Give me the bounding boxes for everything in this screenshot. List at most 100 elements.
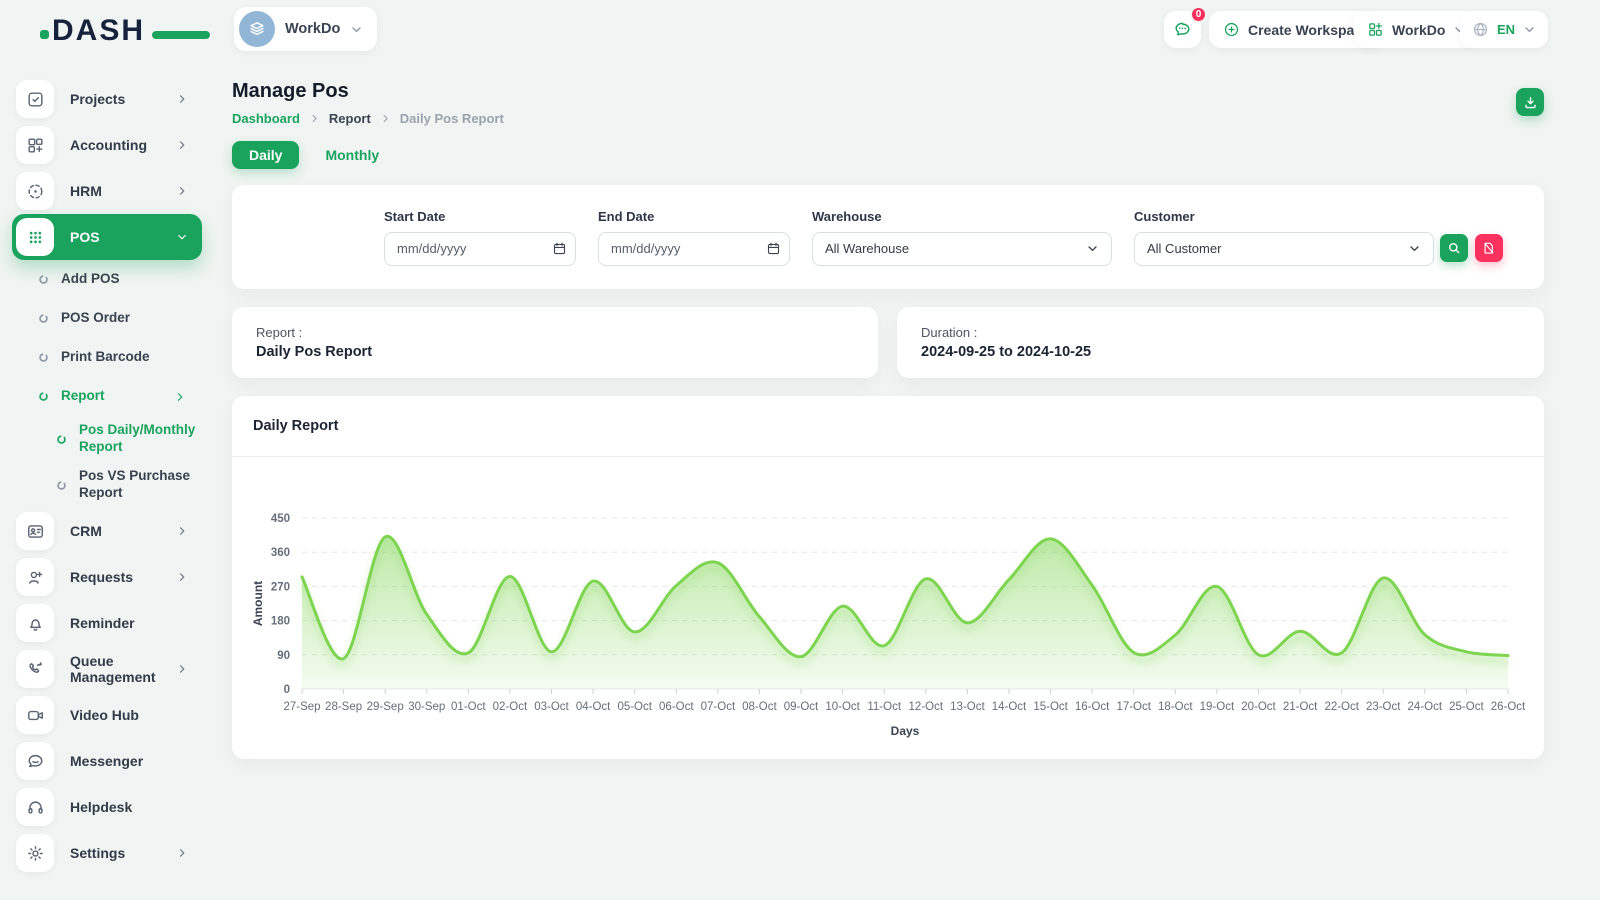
end-date-label: End Date bbox=[598, 209, 790, 224]
chevron-right-icon bbox=[176, 571, 188, 583]
workspace-chip[interactable]: WorkDo bbox=[234, 7, 377, 51]
breadcrumb-daily-pos-report: Daily Pos Report bbox=[400, 111, 504, 126]
sidebar-item-video-hub[interactable]: Video Hub bbox=[12, 692, 202, 738]
svg-text:05-Oct: 05-Oct bbox=[617, 701, 652, 713]
daily-report-chart: 090180270360450 27-Sep28-Sep29-Sep30-Sep… bbox=[232, 457, 1544, 759]
sidebar-item-label: Report bbox=[61, 388, 105, 405]
summary-cards-row: Report : Daily Pos Report Duration : 202… bbox=[232, 307, 1544, 378]
svg-text:27-Sep: 27-Sep bbox=[283, 701, 320, 713]
gear-icon bbox=[16, 834, 54, 872]
sidebar-item-pos-order[interactable]: POS Order bbox=[12, 299, 202, 338]
sidebar-item-label: Helpdesk bbox=[70, 799, 202, 815]
chat-bubble-icon bbox=[1173, 20, 1192, 39]
logo-bar bbox=[152, 31, 210, 39]
area-chart-svg: 090180270360450 27-Sep28-Sep29-Sep30-Sep… bbox=[246, 462, 1530, 754]
svg-text:17-Oct: 17-Oct bbox=[1116, 701, 1151, 713]
reset-filter-button[interactable] bbox=[1475, 234, 1503, 262]
sidebar-item-hrm[interactable]: HRM bbox=[12, 168, 202, 214]
end-date-field: End Date bbox=[598, 209, 790, 266]
tab-monthly[interactable]: Monthly bbox=[325, 141, 379, 169]
apply-filter-button[interactable] bbox=[1440, 234, 1468, 262]
breadcrumb: Dashboard Report Daily Pos Report bbox=[232, 111, 1544, 126]
id-card-icon bbox=[16, 512, 54, 550]
app-canvas: DASH ProjectsAccountingHRM POS Add POS POS … bbox=[0, 0, 1600, 900]
warehouse-field: Warehouse All Warehouse bbox=[812, 209, 1112, 266]
sidebar-item-pos-daily-monthly-report[interactable]: Pos Daily/Monthly Report bbox=[12, 416, 202, 462]
headset-icon bbox=[16, 788, 54, 826]
sidebar-item-label: Reminder bbox=[70, 615, 202, 631]
sidebar-item-label: Video Hub bbox=[70, 707, 202, 723]
svg-text:23-Oct: 23-Oct bbox=[1366, 701, 1401, 713]
breadcrumb-separator-icon bbox=[380, 113, 391, 124]
sidebar-item-messenger[interactable]: Messenger bbox=[12, 738, 202, 784]
chat-icon bbox=[16, 742, 54, 780]
sidebar-item-label: Queue Management bbox=[70, 653, 176, 685]
chevron-right-icon bbox=[176, 93, 188, 105]
app-logo: DASH bbox=[52, 14, 182, 54]
duration-label: Duration : bbox=[921, 325, 1520, 340]
sidebar-item-add-pos[interactable]: Add POS bbox=[12, 260, 202, 299]
svg-text:Days: Days bbox=[891, 724, 920, 738]
chevron-down-icon bbox=[1523, 23, 1536, 36]
warehouse-select[interactable]: All Warehouse bbox=[812, 232, 1112, 266]
sidebar-item-settings[interactable]: Settings bbox=[12, 830, 202, 876]
sidebar-item-queue-management[interactable]: Queue Management bbox=[12, 646, 202, 692]
svg-text:09-Oct: 09-Oct bbox=[784, 701, 819, 713]
user-plus-icon bbox=[16, 558, 54, 596]
svg-text:12-Oct: 12-Oct bbox=[909, 701, 944, 713]
svg-text:08-Oct: 08-Oct bbox=[742, 701, 777, 713]
create-workspace-label: Create Workspace bbox=[1248, 22, 1370, 38]
chevron-down-icon bbox=[1408, 242, 1421, 255]
svg-text:02-Oct: 02-Oct bbox=[493, 701, 528, 713]
bullet-icon bbox=[56, 434, 67, 445]
sidebar-item-reminder[interactable]: Reminder bbox=[12, 600, 202, 646]
download-icon bbox=[1523, 95, 1538, 110]
sidebar-item-helpdesk[interactable]: Helpdesk bbox=[12, 784, 202, 830]
svg-text:14-Oct: 14-Oct bbox=[992, 701, 1027, 713]
start-date-input[interactable] bbox=[384, 232, 576, 266]
customer-select[interactable]: All Customer bbox=[1134, 232, 1434, 266]
sidebar-item-pos-vs-purchase-report[interactable]: Pos VS Purchase Report bbox=[12, 462, 202, 508]
reset-filter-icon bbox=[1482, 241, 1496, 255]
sidebar-item-pos[interactable]: POS bbox=[12, 214, 202, 260]
calendar-icon[interactable] bbox=[766, 241, 781, 256]
svg-text:0: 0 bbox=[284, 684, 290, 696]
tab-daily[interactable]: Daily bbox=[232, 141, 299, 169]
workspace-chip-label: WorkDo bbox=[285, 21, 340, 37]
breadcrumb-separator-icon bbox=[309, 113, 320, 124]
sidebar-item-label: CRM bbox=[70, 523, 176, 539]
breadcrumb-report[interactable]: Report bbox=[329, 111, 371, 126]
sidebar-item-requests[interactable]: Requests bbox=[12, 554, 202, 600]
main-content: Manage Pos Dashboard Report Daily Pos Repo… bbox=[232, 80, 1544, 759]
messages-button[interactable]: 0 bbox=[1164, 11, 1201, 48]
chevron-right-icon bbox=[174, 391, 186, 403]
sidebar-item-label: Add POS bbox=[61, 271, 120, 288]
sidebar-item-projects[interactable]: Projects bbox=[12, 76, 202, 122]
sidebar-item-label: POS bbox=[70, 229, 176, 245]
workspace-avatar bbox=[239, 11, 275, 47]
sidebar-item-report[interactable]: Report bbox=[12, 377, 202, 416]
svg-text:360: 360 bbox=[271, 547, 290, 559]
sidebar-item-crm[interactable]: CRM bbox=[12, 508, 202, 554]
calendar-icon[interactable] bbox=[552, 241, 567, 256]
chart-card-title: Daily Report bbox=[253, 418, 338, 434]
end-date-input[interactable] bbox=[598, 232, 790, 266]
svg-text:Amount: Amount bbox=[251, 581, 265, 626]
sidebar-item-print-barcode[interactable]: Print Barcode bbox=[12, 338, 202, 377]
chart-card-header: Daily Report bbox=[232, 396, 1544, 457]
bullet-icon bbox=[38, 391, 49, 402]
chevron-down-icon bbox=[1086, 242, 1099, 255]
language-selector[interactable]: EN bbox=[1460, 11, 1548, 48]
svg-text:01-Oct: 01-Oct bbox=[451, 701, 486, 713]
bullet-icon bbox=[56, 480, 67, 491]
download-report-button[interactable] bbox=[1516, 88, 1544, 116]
svg-text:19-Oct: 19-Oct bbox=[1200, 701, 1235, 713]
messages-badge: 0 bbox=[1190, 6, 1207, 23]
warehouse-label: Warehouse bbox=[812, 209, 1112, 224]
sidebar-item-label: Requests bbox=[70, 569, 176, 585]
sidebar-item-accounting[interactable]: Accounting bbox=[12, 122, 202, 168]
report-value: Daily Pos Report bbox=[256, 344, 854, 360]
page-title: Manage Pos bbox=[232, 80, 1544, 103]
svg-text:06-Oct: 06-Oct bbox=[659, 701, 694, 713]
breadcrumb-dashboard[interactable]: Dashboard bbox=[232, 111, 300, 126]
